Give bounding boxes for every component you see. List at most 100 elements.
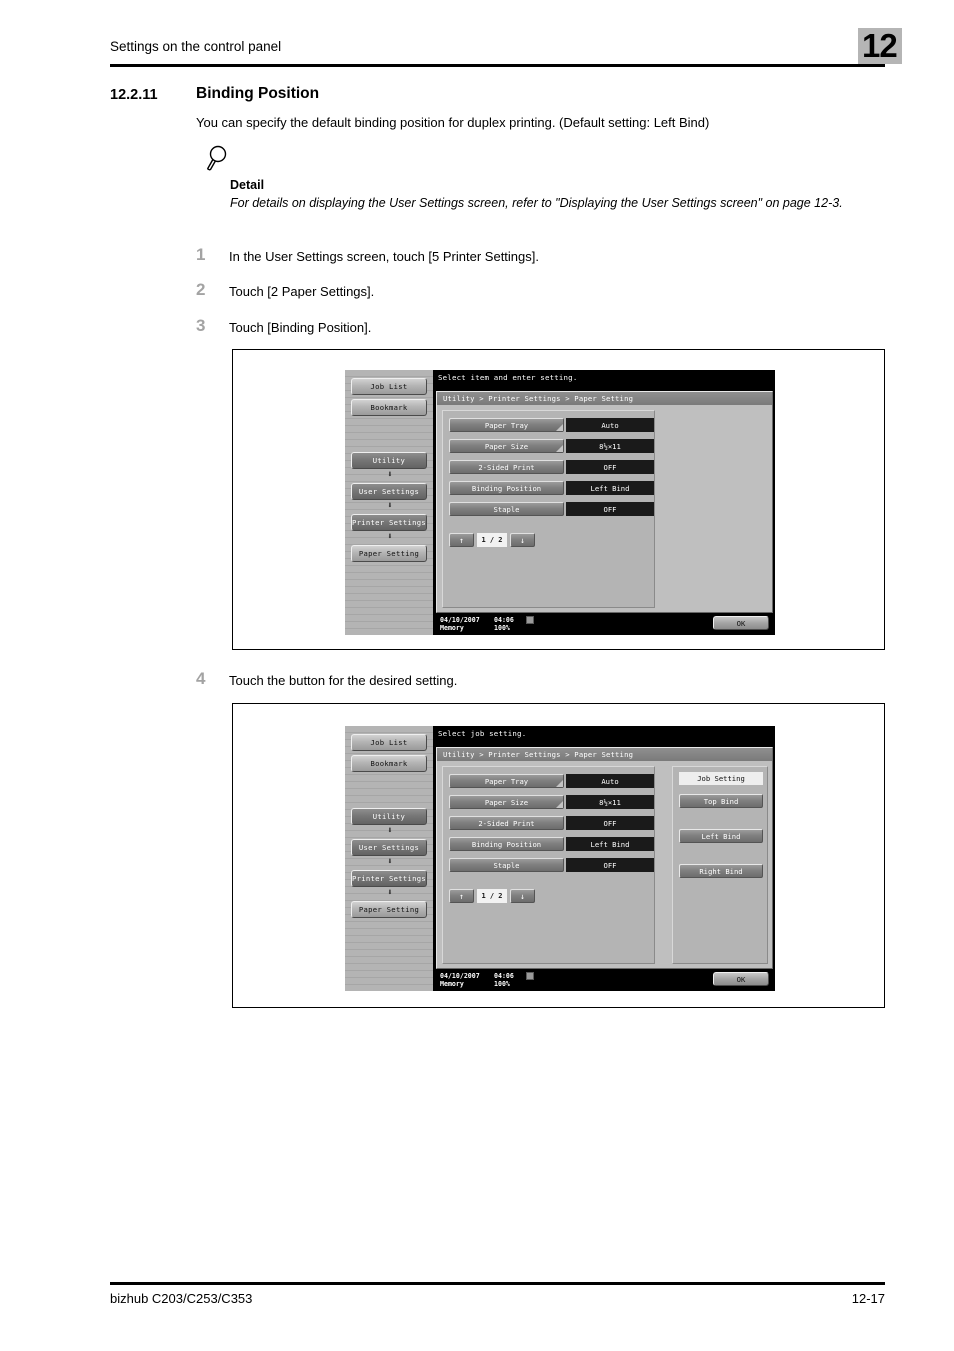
step-text-4: Touch the button for the desired setting…	[229, 673, 458, 688]
fig1-status-date: 04/10/2007	[440, 616, 480, 624]
fig1-printer-settings-button[interactable]: Printer Settings	[351, 514, 427, 531]
fig2-setting-row-binding-position[interactable]: Binding Position Left Bind	[449, 837, 654, 851]
fig1-2sided-print-label[interactable]: 2-Sided Print	[449, 460, 564, 474]
fig1-paper-setting-button[interactable]: Paper Setting	[351, 545, 427, 562]
fig2-page-down-icon[interactable]: ↓	[510, 889, 535, 903]
step-text-1: In the User Settings screen, touch [5 Pr…	[229, 249, 539, 264]
fig2-paper-tray-value: Auto	[566, 774, 654, 788]
fig1-corner-icon-1	[556, 424, 563, 431]
page-title: Binding Position	[196, 85, 320, 102]
fig1-paper-tray-label[interactable]: Paper Tray	[449, 418, 564, 432]
fig2-side-button-column: Job List Bookmark Utility ⬇ User Setting…	[345, 726, 433, 991]
fig2-paper-setting-button[interactable]: Paper Setting	[351, 901, 427, 918]
fig2-breadcrumb: Utility > Printer Settings > Paper Setti…	[437, 748, 772, 761]
fig2-body: Utility > Printer Settings > Paper Setti…	[436, 747, 773, 969]
fig2-staple-label[interactable]: Staple	[449, 858, 564, 872]
fig2-status-time: 04:06	[494, 972, 514, 980]
fig1-bookmark-button[interactable]: Bookmark	[351, 399, 427, 416]
fig2-job-setting-pane: Job Setting Top Bind Left Bind Right Bin…	[672, 766, 768, 964]
fig2-corner-icon-2	[556, 801, 563, 808]
fig1-arrow-down-icon-1: ⬇	[387, 470, 393, 480]
fig2-staple-value: OFF	[566, 858, 654, 872]
fig1-status-time: 04:06	[494, 616, 514, 624]
section-number: 12.2.11	[110, 87, 158, 103]
magnifier-icon	[206, 145, 232, 173]
fig2-user-settings-button[interactable]: User Settings	[351, 839, 427, 856]
footer-product-name: bizhub C203/C253/C353	[110, 1291, 253, 1306]
fig2-arrow-down-icon-2: ⬇	[387, 857, 393, 867]
fig1-binding-position-label[interactable]: Binding Position	[449, 481, 564, 495]
fig2-binding-position-value: Left Bind	[566, 837, 654, 851]
fig2-corner-icon-1	[556, 780, 563, 787]
fig1-setting-row-staple[interactable]: Staple OFF	[449, 502, 654, 516]
fig1-staple-label[interactable]: Staple	[449, 502, 564, 516]
fig2-job-list-button[interactable]: Job List	[351, 734, 427, 751]
fig1-setting-row-2sided-print[interactable]: 2-Sided Print OFF	[449, 460, 654, 474]
fig2-utility-button[interactable]: Utility	[351, 808, 427, 825]
fig2-2sided-print-value: OFF	[566, 816, 654, 830]
fig2-binding-position-label[interactable]: Binding Position	[449, 837, 564, 851]
fig2-status-bar: 04/10/2007 04:06 Memory 100% OK	[436, 970, 773, 990]
fig1-user-settings-button[interactable]: User Settings	[351, 483, 427, 500]
fig2-top-bind-button[interactable]: Top Bind	[679, 794, 763, 808]
detail-label: Detail	[230, 178, 265, 192]
fig1-page-down-icon[interactable]: ↓	[510, 533, 535, 547]
fig2-ok-button[interactable]: OK	[713, 972, 769, 986]
fig2-setting-row-staple[interactable]: Staple OFF	[449, 858, 654, 872]
fig1-corner-icon-2	[556, 445, 563, 452]
step-number-3: 3	[196, 316, 206, 335]
fig1-setting-row-binding-position[interactable]: Binding Position Left Bind	[449, 481, 654, 495]
fig1-status-bar: 04/10/2007 04:06 Memory 100% OK	[436, 614, 773, 634]
fig1-side-button-column: Job List Bookmark Utility ⬇ User Setting…	[345, 370, 433, 635]
fig1-arrow-down-icon-3: ⬇	[387, 532, 393, 542]
fig2-setting-row-2sided-print[interactable]: 2-Sided Print OFF	[449, 816, 654, 830]
fig1-status-memory-value: 100%	[494, 624, 510, 632]
fig2-arrow-down-icon-3: ⬇	[387, 888, 393, 898]
fig1-ok-button[interactable]: OK	[713, 616, 769, 630]
fig2-setting-row-paper-tray[interactable]: Paper Tray Auto	[449, 774, 654, 788]
fig1-paper-tray-value: Auto	[566, 418, 654, 432]
fig2-printer-settings-button[interactable]: Printer Settings	[351, 870, 427, 887]
footer-page-number: 12-17	[851, 1291, 885, 1306]
control-panel-screenshot-1: Job List Bookmark Utility ⬇ User Setting…	[345, 370, 775, 635]
chapter-number: 12	[862, 27, 898, 64]
fig1-main-area: Select item and enter setting. Utility >…	[433, 370, 775, 635]
document-page: Settings on the control panel 12 12.2.11…	[0, 0, 954, 1351]
control-panel-screenshot-2: Job List Bookmark Utility ⬇ User Setting…	[345, 726, 775, 991]
fig1-utility-button[interactable]: Utility	[351, 452, 427, 469]
fig2-main-area: Select job setting. Utility > Printer Se…	[433, 726, 775, 991]
fig1-status-memory-label: Memory	[440, 624, 464, 632]
fig1-body: Utility > Printer Settings > Paper Setti…	[436, 391, 773, 613]
step-number-2: 2	[196, 280, 206, 299]
fig2-paper-size-label[interactable]: Paper Size	[449, 795, 564, 809]
fig1-setting-row-paper-tray[interactable]: Paper Tray Auto	[449, 418, 654, 432]
fig2-arrow-down-icon-1: ⬇	[387, 826, 393, 836]
figure-1-frame: Job List Bookmark Utility ⬇ User Setting…	[232, 349, 885, 650]
fig1-job-list-button[interactable]: Job List	[351, 378, 427, 395]
figure-2-frame: Job List Bookmark Utility ⬇ User Setting…	[232, 703, 885, 1008]
step-number-1: 1	[196, 245, 206, 264]
fig2-2sided-print-label[interactable]: 2-Sided Print	[449, 816, 564, 830]
footer-divider	[110, 1282, 885, 1285]
fig2-bookmark-button[interactable]: Bookmark	[351, 755, 427, 772]
fig1-setting-row-paper-size[interactable]: Paper Size 8½×11	[449, 439, 654, 453]
running-title: Settings on the control panel	[110, 39, 282, 54]
fig2-page-indicator: 1 / 2	[477, 889, 507, 903]
fig1-binding-position-value: Left Bind	[566, 481, 654, 495]
fig1-page-indicator: 1 / 2	[477, 533, 507, 547]
fig2-setting-row-paper-size[interactable]: Paper Size 8½×11	[449, 795, 654, 809]
fig2-paper-tray-label[interactable]: Paper Tray	[449, 774, 564, 788]
fig1-page-up-icon[interactable]: ↑	[449, 533, 474, 547]
fig1-paper-size-label[interactable]: Paper Size	[449, 439, 564, 453]
header-divider	[110, 64, 885, 67]
fig2-left-bind-button[interactable]: Left Bind	[679, 829, 763, 843]
fig2-settings-pane: Paper Tray Auto Paper Size 8½×11 2-Sided…	[442, 766, 655, 964]
fig2-right-bind-button[interactable]: Right Bind	[679, 864, 763, 878]
status-indicator-icon	[526, 616, 534, 624]
section-intro: You can specify the default binding posi…	[196, 115, 710, 130]
status-indicator-icon	[526, 972, 534, 980]
fig1-2sided-print-value: OFF	[566, 460, 654, 474]
fig1-staple-value: OFF	[566, 502, 654, 516]
fig1-breadcrumb: Utility > Printer Settings > Paper Setti…	[437, 392, 772, 405]
fig2-page-up-icon[interactable]: ↑	[449, 889, 474, 903]
